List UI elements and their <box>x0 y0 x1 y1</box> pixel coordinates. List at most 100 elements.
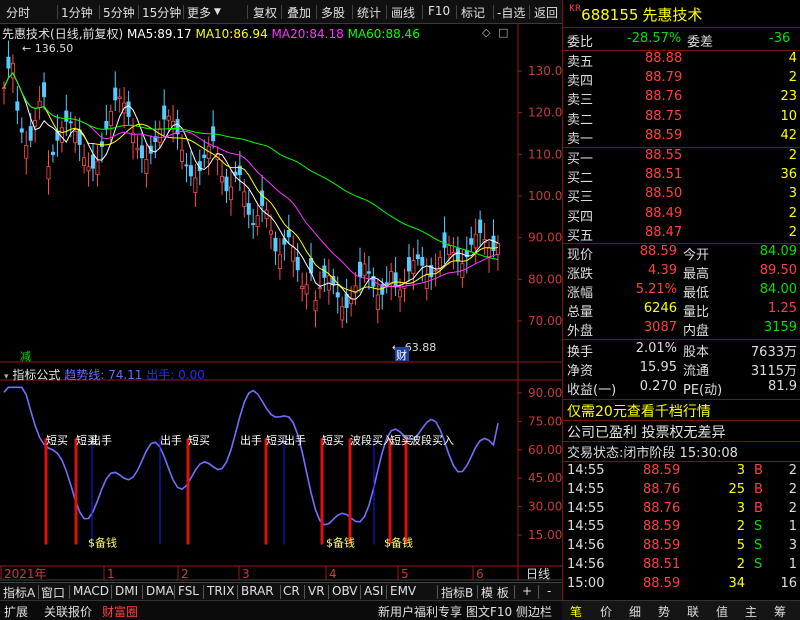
tab-trend[interactable]: 势 <box>658 603 670 620</box>
tab-dmi[interactable]: DMI <box>115 584 138 598</box>
indicator-tick-label: 90.00 <box>528 386 562 400</box>
tab-divider <box>237 585 238 599</box>
tab-price[interactable]: 价 <box>600 603 612 620</box>
candle-body <box>357 261 362 277</box>
status-bar: 扩展 关联报价 财富圈 新用户福利专享 图文F10 侧边栏 <box>0 600 562 620</box>
tab-indicator-b[interactable]: 指标B <box>441 584 473 601</box>
tab-main[interactable]: 主 <box>745 603 757 620</box>
candle-body <box>420 257 425 266</box>
tab-divider <box>514 585 515 599</box>
draw-line-button[interactable]: 画线 <box>391 4 415 21</box>
new-user-benefit-link[interactable]: 新用户福利专享 <box>378 603 462 620</box>
ma60-label: MA60:88.46 <box>347 27 420 41</box>
signal-label: 短买 <box>390 433 412 447</box>
bid-row[interactable]: 买三 88.50 3 <box>563 186 800 205</box>
candle-body <box>362 263 367 277</box>
tab-link[interactable]: 联 <box>687 603 699 620</box>
candle-body <box>33 120 38 127</box>
ask-row[interactable]: 卖四 88.79 2 <box>563 70 800 89</box>
candle-body <box>95 160 100 175</box>
ask-row[interactable]: 卖五 88.88 4 <box>563 51 800 70</box>
tab-timeshare[interactable]: 分时 <box>6 4 30 21</box>
f10-graphic-link[interactable]: 图文F10 <box>466 603 512 620</box>
add-tab-button[interactable]: + <box>522 584 532 598</box>
candle-body <box>68 121 73 124</box>
toolbar-divider <box>183 5 184 19</box>
ask-row-label: 卖三 <box>567 93 594 109</box>
tab-indicator-a[interactable]: 指标A <box>3 584 35 601</box>
tab-chips[interactable]: 筹 <box>774 603 786 620</box>
bid-row[interactable]: 买二 88.51 36 <box>563 167 800 186</box>
tab-divider <box>386 585 387 599</box>
tick-count: 1 <box>788 557 797 572</box>
bid-row[interactable]: 买一 88.55 2 <box>563 148 800 167</box>
tab-ticks[interactable]: 笔 <box>570 603 582 620</box>
candle-body <box>313 300 318 312</box>
tick-volume: 2 <box>736 519 745 535</box>
square-icon[interactable]: □ <box>498 26 508 39</box>
tab-dma[interactable]: DMA <box>146 584 174 598</box>
mark-button[interactable]: 标记 <box>461 4 485 21</box>
diamond-icon[interactable]: ◇ <box>482 26 490 39</box>
statistics-button[interactable]: 统计 <box>357 4 381 21</box>
ask-row[interactable]: 卖一 88.59 42 <box>563 128 800 147</box>
tab-asi[interactable]: ASI <box>364 584 383 598</box>
tab-15min[interactable]: 15分钟 <box>142 4 181 21</box>
f10-button[interactable]: F10 <box>428 4 450 18</box>
bid-row[interactable]: 买四 88.49 2 <box>563 206 800 225</box>
tab-template[interactable]: 模 板 <box>481 584 509 601</box>
tab-more[interactable]: 更多 <box>187 4 211 21</box>
ask-row-price: 88.79 <box>645 70 683 86</box>
chevron-down-icon[interactable]: ▾ <box>4 372 9 382</box>
tab-1min[interactable]: 1分钟 <box>61 4 93 21</box>
tab-5min[interactable]: 5分钟 <box>103 4 135 21</box>
kline-chart-area[interactable]: 130.0 120.0 110.0 100.0 90.00 80.00 70.00 90.00… <box>0 24 562 596</box>
remove-favorite-button[interactable]: -自选 <box>497 4 525 21</box>
candle-body <box>188 165 193 177</box>
price-tick-label: 70.00 <box>528 314 562 328</box>
candle-body <box>15 101 20 111</box>
sidebar-link[interactable]: 侧边栏 <box>516 603 552 620</box>
reduce-holding-marker[interactable]: 减 <box>20 350 31 363</box>
tab-cr[interactable]: CR <box>283 584 300 598</box>
buy-signal-bar <box>186 438 190 545</box>
stat-label: 最低 <box>683 286 710 301</box>
tab-brar[interactable]: BRAR <box>241 584 274 598</box>
tab-emv[interactable]: EMV <box>390 584 416 598</box>
tab-obv[interactable]: OBV <box>332 584 358 598</box>
back-button[interactable]: 返回 <box>534 4 558 21</box>
toolbar-divider <box>352 5 353 19</box>
toolbar-divider <box>422 5 423 19</box>
restore-rights-button[interactable]: 复权 <box>253 4 277 21</box>
bid-row[interactable]: 买五 88.47 2 <box>563 225 800 244</box>
stat-value: 1.25 <box>768 301 797 316</box>
overlay-button[interactable]: 叠加 <box>287 4 311 21</box>
ask-row[interactable]: 卖三 88.76 23 <box>563 89 800 108</box>
level2-promo[interactable]: 仅需20元查看千档行情 <box>567 401 711 421</box>
tab-trix[interactable]: TRIX <box>207 584 234 598</box>
related-quote-link[interactable]: 关联报价 <box>44 603 92 620</box>
ask-row-volume: 42 <box>780 127 797 143</box>
time-axis-label: 4 <box>329 567 337 581</box>
wealth-circle-link[interactable]: 财富圈 <box>102 603 138 620</box>
tab-macd[interactable]: MACD <box>73 584 109 598</box>
extend-link[interactable]: 扩展 <box>4 603 28 620</box>
toolbar-divider <box>316 5 317 19</box>
tab-vr[interactable]: VR <box>308 584 325 598</box>
remove-tab-button[interactable]: - <box>547 584 551 598</box>
candle-body <box>42 82 47 98</box>
bid-row-volume: 3 <box>788 186 797 202</box>
signal-label: 短买 <box>188 433 210 447</box>
toolbar-divider <box>57 5 58 19</box>
candle-body <box>384 282 389 285</box>
tab-value[interactable]: 值 <box>716 603 728 620</box>
multi-stock-button[interactable]: 多股 <box>321 4 345 21</box>
tab-window[interactable]: 窗口 <box>41 584 65 601</box>
period-label[interactable]: 日线 <box>526 567 550 581</box>
ask-row-label: 卖五 <box>567 55 594 70</box>
tab-fsl[interactable]: FSL <box>178 584 199 598</box>
tab-detail[interactable]: 细 <box>629 603 641 620</box>
financial-report-marker[interactable]: 财 <box>396 348 407 362</box>
ask-row[interactable]: 卖二 88.75 10 <box>563 109 800 128</box>
indicator-title[interactable]: 指标公式 <box>12 368 60 382</box>
